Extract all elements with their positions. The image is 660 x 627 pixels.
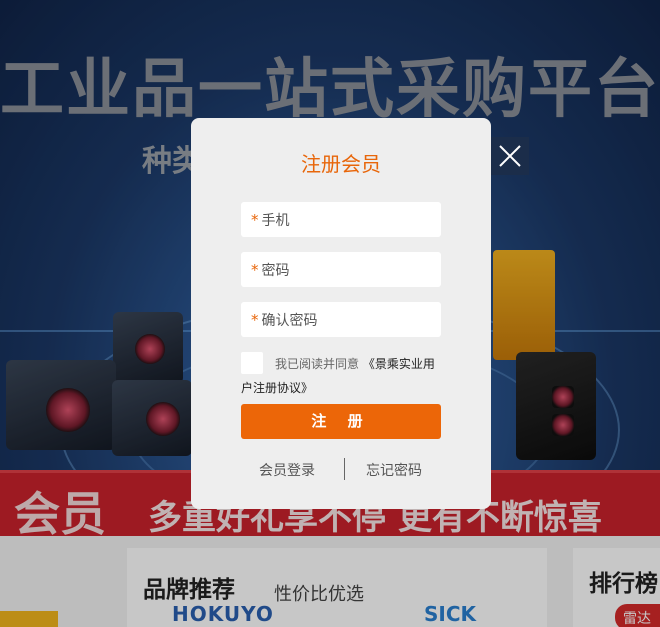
close-button[interactable]: [491, 137, 529, 175]
agreement-prefix: 我已阅读并同意: [275, 357, 360, 371]
agreement-text: 我已阅读并同意 《景乘实业用户注册协议》: [241, 352, 446, 400]
phone-field[interactable]: * 手机: [241, 202, 441, 237]
required-mark: *: [251, 260, 259, 279]
forgot-password-link[interactable]: 忘记密码: [366, 460, 422, 480]
link-divider: [344, 458, 345, 480]
register-modal: 注册会员 * 手机 * 密码 * 确认密码 我已阅读并同意 《景乘实业用户注册协…: [191, 118, 491, 509]
agreement-checkbox[interactable]: [241, 352, 263, 374]
confirm-password-placeholder: 确认密码: [261, 312, 318, 329]
modal-title: 注册会员: [301, 152, 381, 176]
password-placeholder: 密码: [261, 262, 290, 279]
required-mark: *: [251, 310, 259, 329]
close-icon: [499, 145, 521, 167]
modal-footer-links: 会员登录 忘记密码: [191, 458, 491, 482]
member-login-link[interactable]: 会员登录: [259, 460, 315, 480]
register-button[interactable]: 注 册: [241, 404, 441, 439]
confirm-password-field[interactable]: * 确认密码: [241, 302, 441, 337]
required-mark: *: [251, 210, 259, 229]
phone-placeholder: 手机: [261, 212, 290, 229]
password-field[interactable]: * 密码: [241, 252, 441, 287]
